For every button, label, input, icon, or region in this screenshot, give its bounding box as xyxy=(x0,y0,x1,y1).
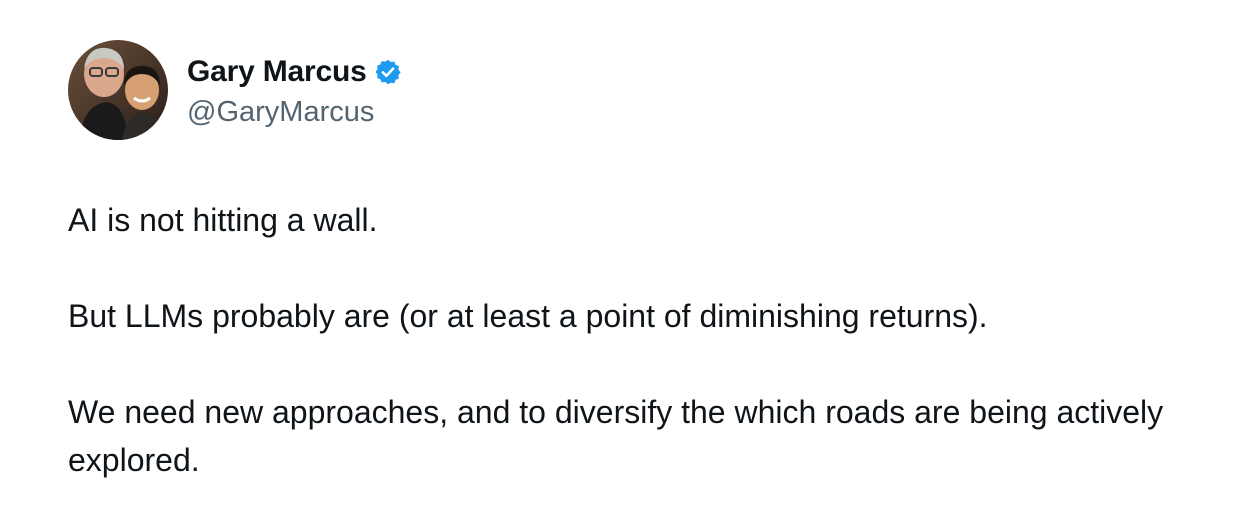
author-identity: Gary Marcus @GaryMarcus xyxy=(187,52,402,129)
tweet-paragraph-1: AI is not hitting a wall. xyxy=(68,202,378,238)
tweet-paragraph-3: We need new approaches, and to diversify… xyxy=(68,394,1173,478)
avatar[interactable] xyxy=(68,40,168,140)
tweet-paragraph-2: But LLMs probably are (or at least a poi… xyxy=(68,298,988,334)
verified-badge-icon xyxy=(374,58,402,86)
author-handle[interactable]: @GaryMarcus xyxy=(187,96,402,129)
author-display-name[interactable]: Gary Marcus xyxy=(187,55,367,89)
tweet-text: AI is not hitting a wall. But LLMs proba… xyxy=(68,196,1188,484)
tweet-header: Gary Marcus @GaryMarcus xyxy=(68,40,402,140)
name-row: Gary Marcus xyxy=(187,52,402,92)
tweet-card: Gary Marcus @GaryMarcus AI is not hittin… xyxy=(0,0,1242,526)
